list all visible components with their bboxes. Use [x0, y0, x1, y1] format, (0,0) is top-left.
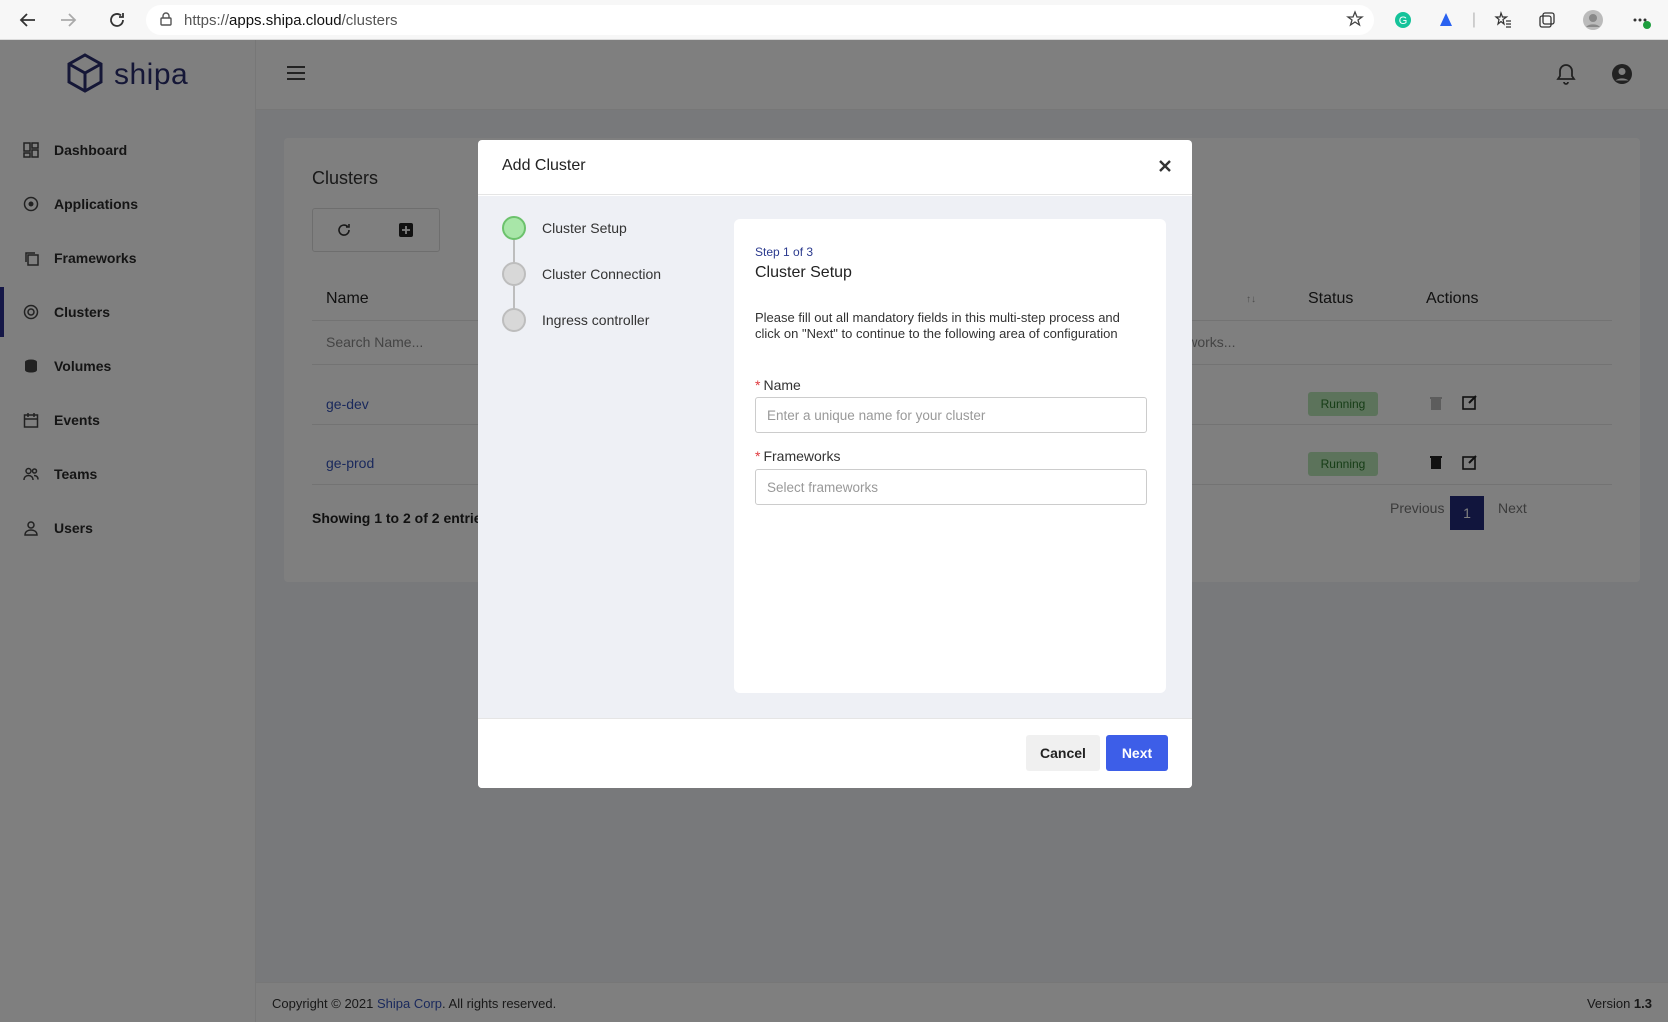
- favorites-icon[interactable]: [1493, 10, 1513, 30]
- step-indicator-active: [502, 216, 526, 240]
- url-scheme: https://: [184, 11, 230, 29]
- step-ingress-controller[interactable]: Ingress controller: [502, 308, 732, 332]
- forward-icon[interactable]: [57, 9, 79, 31]
- step-label: Cluster Connection: [542, 266, 662, 282]
- step-connector: [513, 240, 515, 264]
- cancel-button[interactable]: Cancel: [1026, 735, 1100, 771]
- grammarly-icon[interactable]: G: [1393, 10, 1413, 30]
- cluster-name-input[interactable]: [755, 397, 1147, 433]
- svg-text:G: G: [1399, 15, 1408, 27]
- required-marker: *: [755, 377, 761, 393]
- url-text: https://apps.shipa.cloud/clusters: [184, 12, 397, 29]
- form-panel: Step 1 of 3 Cluster Setup Please fill ou…: [734, 219, 1166, 693]
- step-label: Ingress controller: [542, 312, 650, 328]
- required-marker: *: [755, 448, 761, 464]
- form-title: Cluster Setup: [755, 264, 852, 281]
- profile-avatar-icon[interactable]: [1583, 10, 1603, 30]
- step-counter: Step 1 of 3: [755, 245, 814, 259]
- reload-icon[interactable]: [106, 9, 128, 31]
- modal-footer: Cancel Next: [478, 718, 1192, 788]
- add-cluster-modal: Add Cluster Cluster Setup Cluster Connec…: [478, 140, 1192, 788]
- collections-icon[interactable]: [1537, 10, 1557, 30]
- step-cluster-setup[interactable]: Cluster Setup: [502, 216, 732, 240]
- step-cluster-connection[interactable]: Cluster Connection: [502, 262, 732, 286]
- form-description: Please fill out all mandatory fields in …: [755, 310, 1120, 341]
- modal-header: Add Cluster: [478, 140, 1192, 195]
- step-label: Cluster Setup: [542, 220, 627, 236]
- extension-icon[interactable]: [1436, 10, 1456, 30]
- url-path: /clusters: [341, 11, 398, 29]
- modal-title: Add Cluster: [502, 157, 586, 174]
- more-menu-icon[interactable]: [1631, 10, 1651, 30]
- frameworks-select[interactable]: Select frameworks: [755, 469, 1147, 505]
- name-label-text: Name: [763, 377, 801, 393]
- back-icon[interactable]: [17, 9, 39, 31]
- step-indicator: [502, 308, 526, 332]
- address-bar[interactable]: https://apps.shipa.cloud/clusters: [146, 5, 1374, 35]
- frameworks-label-text: Frameworks: [763, 448, 841, 464]
- url-host: apps.shipa.cloud: [229, 11, 342, 29]
- step-indicator: [502, 262, 526, 286]
- modal-body: Cluster Setup Cluster Connection Ingress…: [478, 196, 1192, 718]
- frameworks-select-placeholder: Select frameworks: [767, 479, 879, 495]
- browser-toolbar: https://apps.shipa.cloud/clusters G |: [0, 0, 1668, 40]
- lock-icon: [160, 11, 172, 29]
- step-connector: [513, 286, 515, 310]
- close-icon[interactable]: [1158, 156, 1172, 179]
- next-button[interactable]: Next: [1106, 735, 1168, 771]
- frameworks-field-label: * Frameworks: [755, 448, 840, 464]
- name-field-label: * Name: [755, 377, 801, 393]
- favorite-star-icon[interactable]: [1346, 10, 1364, 31]
- toolbar-divider: |: [1471, 11, 1477, 28]
